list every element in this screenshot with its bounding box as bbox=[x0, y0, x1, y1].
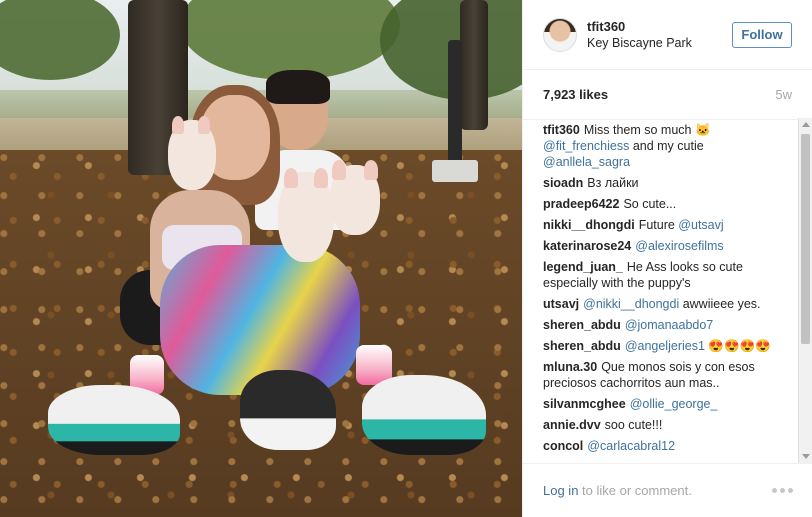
post-footer: Log in to like or comment. bbox=[523, 463, 812, 517]
comment-item: legend_juan_ He Ass looks so cute especia… bbox=[543, 259, 793, 291]
man-hair bbox=[266, 70, 330, 104]
puppy-ear bbox=[332, 160, 346, 180]
comment-username[interactable]: concol bbox=[543, 439, 583, 453]
lamp-post bbox=[448, 40, 462, 170]
comment-item: sioadn Вз лайки bbox=[543, 175, 793, 191]
dot bbox=[780, 488, 785, 493]
comment-item: silvanmcghee @ollie_george_ bbox=[543, 396, 793, 412]
comment-username[interactable]: mluna.30 bbox=[543, 360, 597, 374]
comment-mention-link[interactable]: @alexirosefilms bbox=[635, 239, 723, 253]
comment-item: tfit360 Miss them so much 🐱 @fit_frenchie… bbox=[543, 122, 793, 170]
sneaker bbox=[362, 375, 486, 455]
comment-mention-link[interactable]: @carlacabral12 bbox=[587, 439, 675, 453]
comment-mention-link[interactable]: @anllela_sagra bbox=[543, 155, 630, 169]
comments-scrollbar[interactable] bbox=[798, 118, 812, 463]
comment-mention-link[interactable]: @nikki__dhongdi bbox=[583, 297, 679, 311]
sneaker bbox=[48, 385, 180, 455]
post-photo[interactable] bbox=[0, 0, 522, 517]
post-age[interactable]: 5w bbox=[775, 87, 792, 102]
comment-username[interactable]: sioadn bbox=[543, 176, 583, 190]
comment-text: soo cute!!! bbox=[604, 418, 663, 432]
comment-item: utsavj @nikki__dhongdi awwiieee yes. bbox=[543, 296, 793, 312]
comment-mention-link[interactable]: @jomanaabdo7 bbox=[625, 318, 713, 332]
username-link[interactable]: tfit360 bbox=[587, 19, 732, 34]
comment-mention-link[interactable]: @angeljeries1 bbox=[625, 339, 705, 353]
login-prompt: Log in to like or comment. bbox=[543, 483, 692, 498]
location-link[interactable]: Key Biscayne Park bbox=[587, 36, 732, 50]
comment-username[interactable]: sheren_abdu bbox=[543, 318, 621, 332]
comment-mention-link[interactable]: @ollie_george_ bbox=[630, 397, 718, 411]
likes-count[interactable]: 7,923 likes bbox=[543, 87, 608, 102]
user-block: tfit360 Key Biscayne Park bbox=[587, 19, 732, 50]
puppy-ear bbox=[364, 160, 378, 180]
comment-text: Miss them so much 🐱 bbox=[583, 123, 711, 137]
comment-item: concol @carlacabral12 bbox=[543, 438, 793, 454]
more-options-icon[interactable] bbox=[772, 488, 793, 493]
scroll-up-arrow-icon[interactable] bbox=[802, 122, 810, 127]
comments-scroll-area[interactable]: tfit360 Miss them so much 🐱 @fit_frenchie… bbox=[523, 118, 812, 463]
comment-item: sheren_abdu @jomanaabdo7 bbox=[543, 317, 793, 333]
login-prompt-text: to like or comment. bbox=[578, 483, 692, 498]
comment-item: nikki__dhongdi Future @utsavj bbox=[543, 217, 793, 233]
puppy-ear bbox=[198, 116, 210, 134]
comment-item: mluna.30 Que monos sois y con esos precio… bbox=[543, 359, 793, 391]
comment-text: So cute... bbox=[623, 197, 677, 211]
comment-username[interactable]: pradeep6422 bbox=[543, 197, 619, 211]
comment-text: 😍😍😍😍 bbox=[704, 339, 771, 353]
comment-username[interactable]: nikki__dhongdi bbox=[543, 218, 635, 232]
comment-username[interactable]: katerinarose24 bbox=[543, 239, 631, 253]
comment-list: tfit360 Miss them so much 🐱 @fit_frenchie… bbox=[523, 118, 812, 454]
lamp-post-base bbox=[432, 160, 478, 182]
scroll-down-arrow-icon[interactable] bbox=[802, 454, 810, 459]
comment-mention-link[interactable]: @fit_frenchiess bbox=[543, 139, 629, 153]
comment-text: Вз лайки bbox=[587, 176, 639, 190]
dot bbox=[772, 488, 777, 493]
comment-username[interactable]: legend_juan_ bbox=[543, 260, 623, 274]
comment-username[interactable]: sheren_abdu bbox=[543, 339, 621, 353]
comment-item: sheren_abdu @angeljeries1 😍😍😍😍 bbox=[543, 338, 793, 354]
tree-trunk bbox=[460, 0, 488, 130]
puppy-ear bbox=[314, 168, 328, 188]
login-link[interactable]: Log in bbox=[543, 483, 578, 498]
follow-button[interactable]: Follow bbox=[732, 21, 792, 48]
puppy-ear bbox=[172, 116, 184, 134]
post-header: tfit360 Key Biscayne Park Follow bbox=[523, 0, 812, 70]
comment-item: annie.dvv soo cute!!! bbox=[543, 417, 793, 433]
sneaker bbox=[240, 370, 336, 450]
comment-mention-link[interactable]: @utsavj bbox=[678, 218, 723, 232]
comment-text: Future bbox=[638, 218, 679, 232]
comment-item: pradeep6422 So cute... bbox=[543, 196, 793, 212]
comment-text: and my cutie bbox=[629, 139, 704, 153]
puppy-ear bbox=[284, 168, 298, 188]
comment-username[interactable]: silvanmcghee bbox=[543, 397, 626, 411]
comment-item: katerinarose24 @alexirosefilms bbox=[543, 238, 793, 254]
post-viewer: tfit360 Key Biscayne Park Follow 7,923 l… bbox=[0, 0, 812, 517]
likes-row: 7,923 likes 5w bbox=[523, 70, 812, 120]
scrollbar-thumb[interactable] bbox=[801, 134, 810, 344]
dot bbox=[788, 488, 793, 493]
comment-username[interactable]: annie.dvv bbox=[543, 418, 601, 432]
comment-text: awwiieee yes. bbox=[679, 297, 761, 311]
comment-username[interactable]: tfit360 bbox=[543, 123, 580, 137]
comment-username[interactable]: utsavj bbox=[543, 297, 579, 311]
avatar[interactable] bbox=[543, 17, 577, 52]
post-sidebar: tfit360 Key Biscayne Park Follow 7,923 l… bbox=[522, 0, 812, 517]
